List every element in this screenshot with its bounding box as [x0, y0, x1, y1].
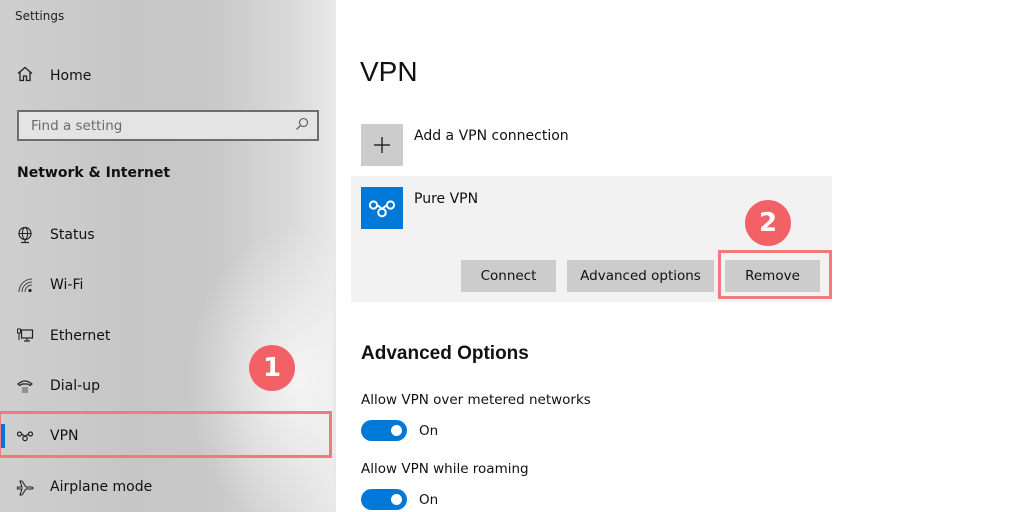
sidebar-item-status[interactable]: Status	[0, 211, 333, 259]
page-title: VPN	[360, 56, 418, 87]
sidebar-item-label: Dial-up	[50, 378, 100, 394]
search-box[interactable]	[17, 110, 319, 141]
advanced-options-button[interactable]: Advanced options	[567, 260, 714, 292]
toggle-state-label: On	[419, 491, 439, 508]
active-indicator	[0, 424, 5, 448]
sidebar-item-wifi[interactable]: Wi-Fi	[0, 261, 333, 309]
toggle-state-label: On	[419, 422, 439, 439]
annotation-step-1-badge: 1	[249, 345, 295, 391]
metered-networks-toggle-row[interactable]: On	[361, 420, 438, 441]
roaming-label: Allow VPN while roaming	[361, 461, 529, 477]
search-input[interactable]	[31, 117, 295, 134]
toggle-knob	[391, 494, 402, 505]
connect-button[interactable]: Connect	[461, 260, 556, 292]
ethernet-icon	[16, 327, 34, 345]
sidebar-item-label: Airplane mode	[50, 479, 153, 495]
sidebar: Settings Home Network & Internet Status …	[0, 0, 335, 512]
dialup-icon	[16, 377, 34, 395]
sidebar-item-label: Ethernet	[50, 328, 111, 344]
remove-button[interactable]: Remove	[725, 260, 820, 292]
search-icon[interactable]	[295, 116, 309, 135]
vpn-connection-name: Pure VPN	[414, 191, 479, 207]
sidebar-item-airplane-mode[interactable]: Airplane mode	[0, 463, 333, 511]
toggle-knob	[391, 425, 402, 436]
airplane-icon	[16, 478, 34, 496]
app-title: Settings	[15, 9, 65, 23]
home-icon	[16, 65, 34, 87]
roaming-toggle[interactable]	[361, 489, 407, 510]
add-vpn-connection-button[interactable]: Add a VPN connection	[361, 124, 569, 166]
metered-networks-label: Allow VPN over metered networks	[361, 392, 591, 408]
annotation-step-2-badge: 2	[745, 200, 791, 246]
sidebar-item-vpn[interactable]: VPN	[0, 412, 333, 460]
metered-networks-toggle[interactable]	[361, 420, 407, 441]
globe-icon	[16, 226, 34, 244]
sidebar-item-label: Status	[50, 227, 95, 243]
home-label: Home	[50, 68, 92, 84]
wifi-icon	[16, 276, 34, 294]
add-vpn-label: Add a VPN connection	[414, 128, 569, 144]
sidebar-item-label: VPN	[50, 428, 79, 444]
section-heading: Network & Internet	[17, 165, 171, 181]
sidebar-item-label: Wi-Fi	[50, 277, 84, 293]
sidebar-item-home[interactable]: Home	[16, 64, 91, 88]
roaming-toggle-row[interactable]: On	[361, 489, 438, 510]
plus-icon	[361, 124, 403, 166]
vpn-icon	[16, 427, 34, 445]
vpn-connection-icon	[361, 187, 403, 229]
advanced-options-heading: Advanced Options	[361, 343, 529, 364]
main-content: VPN Add a VPN connection Pure VPN Connec…	[336, 0, 1024, 512]
